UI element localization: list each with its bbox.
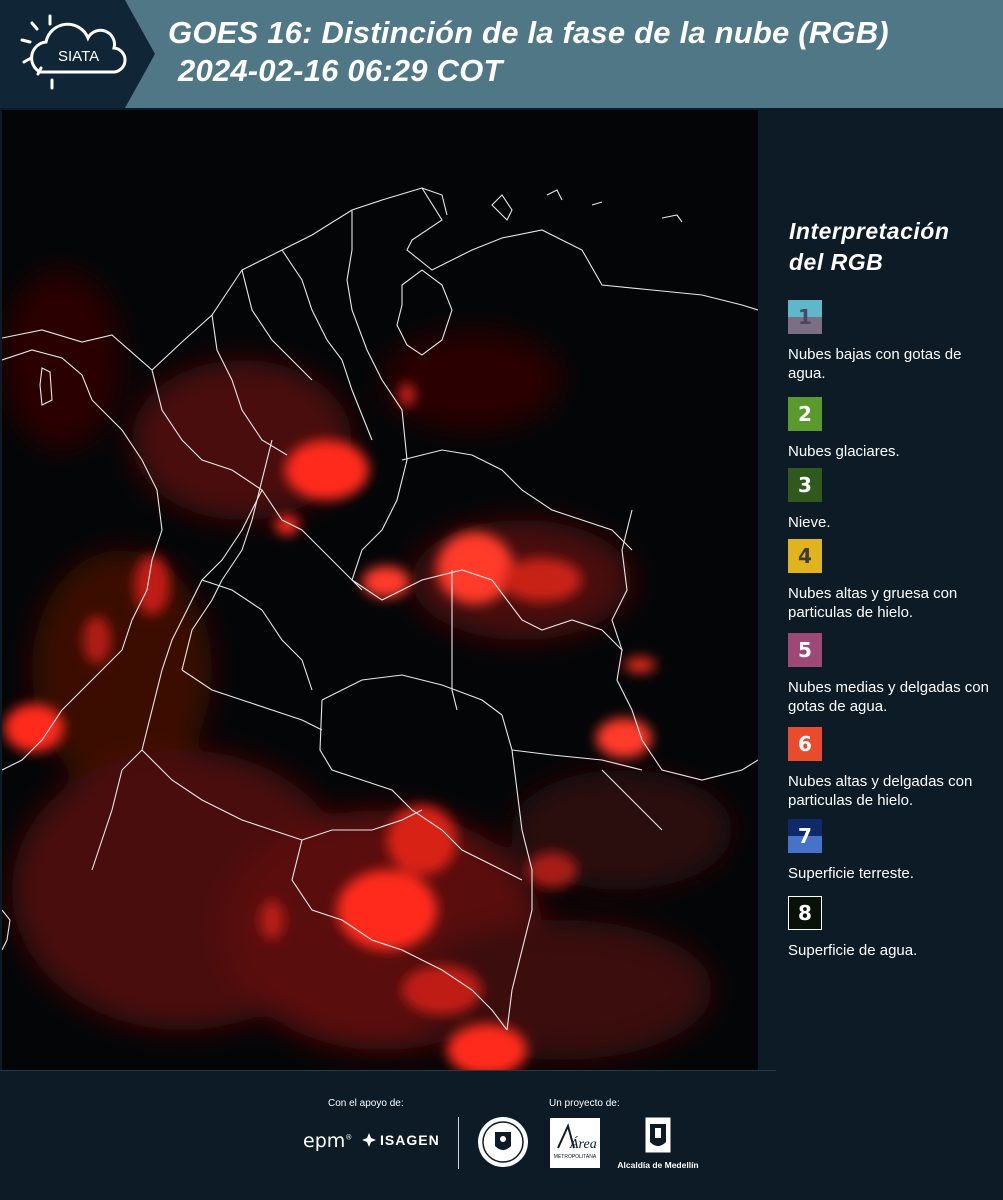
area-metropolitana-logo: Área METROPOLITANA xyxy=(550,1118,600,1168)
support-label: Con el apoyo de: xyxy=(328,1098,404,1109)
legend-swatch: 3 xyxy=(788,468,822,502)
legend-swatch: 1 xyxy=(788,300,822,334)
legend-swatch: 2 xyxy=(788,397,822,431)
isagen-logo: ISAGEN xyxy=(362,1132,440,1148)
alcaldia-text: Alcaldía de Medellín xyxy=(617,1160,699,1170)
legend-title-line2: del RGB xyxy=(789,249,884,275)
legend-swatch: 4 xyxy=(788,539,822,573)
legend-label: Nieve. xyxy=(788,514,831,531)
title-timestamp: 2024-02-16 06:29 COT xyxy=(178,53,503,88)
legend-label: Nubes glaciares. xyxy=(788,443,900,460)
legend-label: Nubes altas y gruesa con particulas de h… xyxy=(788,585,958,621)
area-logo-subtext: METROPOLITANA xyxy=(554,1154,597,1160)
legend-label: Nubes altas y delgadas con particulas de… xyxy=(788,773,973,809)
legend-swatch: 8 xyxy=(788,896,822,930)
legend-swatch: 7 xyxy=(788,819,822,853)
legend-label: Nubes bajas con gotas de agua. xyxy=(788,346,962,382)
siata-logo: SIATA xyxy=(0,0,160,108)
logo-text: SIATA xyxy=(58,48,99,65)
epm-logo: epm® xyxy=(303,1130,353,1152)
project-label: Un proyecto de: xyxy=(549,1098,620,1109)
footer: Con el apoyo de: Un proyecto de: epm® IS… xyxy=(0,1070,1003,1200)
alcaldia-medellin-logo: Alcaldía de Medellín xyxy=(612,1116,704,1174)
header-banner: SIATA GOES 16: Distinción de la fase de … xyxy=(0,0,1003,108)
area-logo-text: Área xyxy=(569,1135,597,1152)
epm-logo-text: epm xyxy=(303,1130,346,1152)
isagen-star-icon xyxy=(362,1133,376,1147)
legend-label: Superficie de agua. xyxy=(788,942,918,959)
title-line1: GOES 16: Distinción de la fase de la nub… xyxy=(168,15,889,50)
legend-panel: Interpretación del RGB 1 Nubes bajas con… xyxy=(760,110,1003,1070)
university-seal-icon xyxy=(478,1117,528,1167)
footer-divider xyxy=(458,1117,459,1169)
satellite-map xyxy=(2,110,758,1070)
legend-title-line1: Interpretación xyxy=(789,218,950,244)
legend-title: Interpretación del RGB xyxy=(789,216,949,278)
legend-label: Superficie terreste. xyxy=(788,865,914,882)
page-title: GOES 16: Distinción de la fase de la nub… xyxy=(168,14,889,90)
legend-swatch: 6 xyxy=(788,727,822,761)
footer-divider-line xyxy=(0,1070,776,1071)
legend-label: Nubes medias y delgadas con gotas de agu… xyxy=(788,679,989,715)
isagen-logo-text: ISAGEN xyxy=(380,1132,440,1148)
legend-swatch: 5 xyxy=(788,633,822,667)
